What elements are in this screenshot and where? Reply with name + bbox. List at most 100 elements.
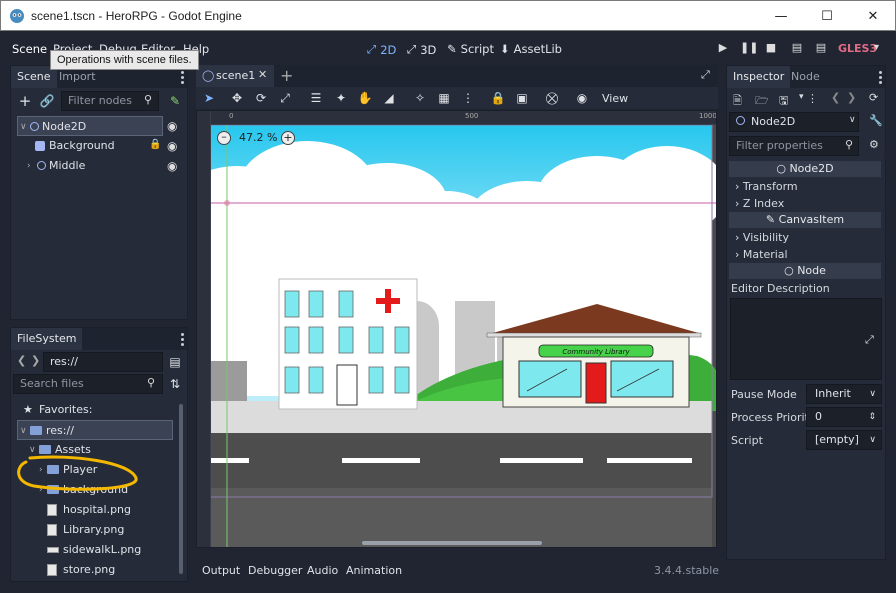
- workspace-assetlib-button[interactable]: ⬇ AssetLib: [500, 42, 562, 56]
- tab-debugger[interactable]: Debugger: [248, 564, 302, 577]
- vertical-ruler[interactable]: [197, 111, 211, 547]
- lock-icon[interactable]: 🔒: [149, 139, 161, 150]
- menu-scene[interactable]: Scene: [12, 42, 47, 56]
- pause-button[interactable]: ❚❚: [740, 41, 758, 55]
- ruler-mode-button[interactable]: ◢: [380, 89, 398, 107]
- tab-node[interactable]: Node: [785, 66, 826, 88]
- chevron-down-icon[interactable]: ▾: [799, 92, 804, 102]
- renderer-selector[interactable]: GLES3: [838, 42, 877, 55]
- filesystem-scrollbar[interactable]: [179, 404, 183, 574]
- close-window-button[interactable]: ✕: [850, 1, 896, 31]
- tab-output[interactable]: Output: [202, 564, 240, 577]
- sort-icon: ⇅: [169, 377, 181, 391]
- history-icon[interactable]: ⟳: [869, 91, 878, 104]
- zoom-level[interactable]: 47.2 %: [239, 131, 277, 144]
- grid-snap-button[interactable]: ▦: [435, 89, 453, 107]
- play-scene-button[interactable]: ▤: [790, 41, 804, 55]
- group-transform[interactable]: › Transform: [735, 180, 798, 193]
- tab-inspector[interactable]: Inspector: [727, 66, 791, 88]
- object-selector[interactable]: Node2D: [729, 112, 859, 132]
- camera-override-button[interactable]: ◉: [573, 89, 591, 107]
- pause-mode-select[interactable]: Inherit ∨: [806, 384, 882, 404]
- play-button[interactable]: ▶: [716, 41, 730, 55]
- tab-scene1[interactable]: ◯ scene1 ✕: [196, 65, 274, 87]
- section-node[interactable]: ○ Node: [729, 263, 881, 279]
- pivot-mode-button[interactable]: ✦: [332, 89, 350, 107]
- pan-mode-button[interactable]: ✋: [356, 89, 374, 107]
- close-tab-icon[interactable]: ✕: [258, 68, 267, 81]
- stop-button[interactable]: ■: [764, 41, 778, 55]
- inspector-menu-icon[interactable]: [879, 70, 883, 84]
- smart-snap-button[interactable]: ✧: [411, 89, 429, 107]
- file-sidewalkl[interactable]: sidewalkL.png: [17, 540, 173, 560]
- workspace-2d-button[interactable]: ⤢ 2D: [367, 42, 396, 57]
- group-visibility[interactable]: › Visibility: [735, 231, 789, 244]
- snap-options-button[interactable]: ⋮: [459, 89, 477, 107]
- tab-animation[interactable]: Animation: [346, 564, 402, 577]
- rotate-mode-button[interactable]: ⟳: [252, 89, 270, 107]
- object-properties-icon[interactable]: 🔧: [869, 114, 883, 127]
- chevron-down-icon: ▾: [874, 42, 880, 53]
- new-resource-icon[interactable]: 🗎: [733, 92, 742, 111]
- list-mode-button[interactable]: ☰: [307, 89, 325, 107]
- visibility-eye-icon[interactable]: ◉: [167, 159, 177, 173]
- back-arrow-icon[interactable]: ❮: [17, 354, 26, 367]
- script-resource-field[interactable]: [empty] ∨: [806, 430, 882, 450]
- instance-scene-button[interactable]: 🔗: [39, 93, 55, 109]
- path-input[interactable]: res://: [43, 352, 163, 372]
- kebab-icon[interactable]: ⋮: [807, 92, 818, 105]
- forward-arrow-icon[interactable]: ❯: [31, 354, 40, 367]
- tree-node-background[interactable]: Background: [17, 136, 163, 156]
- file-library[interactable]: Library.png: [17, 520, 173, 540]
- view-menu[interactable]: View: [602, 92, 628, 105]
- history-back-icon[interactable]: ❮: [831, 91, 840, 104]
- zoom-in-button[interactable]: +: [281, 131, 295, 145]
- property-options-icon[interactable]: ⚙: [869, 138, 879, 151]
- scale-mode-button[interactable]: ⤢: [276, 89, 294, 107]
- section-canvasitem[interactable]: ✎ CanvasItem: [729, 212, 881, 228]
- visibility-eye-icon[interactable]: ◉: [167, 119, 177, 133]
- tree-node-node2d[interactable]: ∨ Node2D: [17, 116, 163, 136]
- save-icon[interactable]: 🖫: [779, 92, 788, 111]
- workspace-script-button[interactable]: ✎ Script: [447, 42, 494, 56]
- group-selected-button[interactable]: ▣: [513, 89, 531, 107]
- filter-properties-input[interactable]: Filter properties: [729, 136, 859, 156]
- minimize-button[interactable]: —: [758, 1, 804, 31]
- select-mode-button[interactable]: ➤: [200, 89, 218, 107]
- move-mode-button[interactable]: ✥: [228, 89, 246, 107]
- inspector-scrollbar[interactable]: [884, 150, 888, 160]
- script-attach-button[interactable]: ✎: [167, 93, 183, 109]
- tab-filesystem[interactable]: FileSystem: [11, 328, 83, 350]
- tab-audio[interactable]: Audio: [307, 564, 338, 577]
- new-tab-icon[interactable]: +: [280, 66, 293, 85]
- canvas-h-scrollbar[interactable]: [362, 541, 542, 545]
- workspace-3d-button[interactable]: ⤢ 3D: [407, 42, 436, 57]
- file-root[interactable]: ∨ res://: [17, 420, 173, 440]
- history-forward-icon[interactable]: ❯: [847, 91, 856, 104]
- filesystem-menu-icon[interactable]: [181, 332, 185, 346]
- canvas-viewport[interactable]: Community Library 0 500 1000 – 47.2 % +: [196, 110, 717, 548]
- file-store[interactable]: store.png: [17, 560, 173, 580]
- play-custom-scene-button[interactable]: ▤: [814, 41, 828, 55]
- add-node-button[interactable]: +: [17, 93, 33, 109]
- sort-files-button[interactable]: ⇅: [167, 376, 183, 392]
- group-material[interactable]: › Material: [735, 248, 788, 261]
- skeleton-button[interactable]: ⛒: [543, 89, 561, 107]
- search-files-input[interactable]: Search files: [13, 374, 163, 394]
- tree-node-middle[interactable]: › Middle: [17, 156, 163, 176]
- group-zindex[interactable]: › Z Index: [735, 197, 784, 210]
- expand-icon[interactable]: ⤢: [865, 333, 874, 347]
- file-hospital[interactable]: hospital.png: [17, 500, 173, 520]
- visibility-eye-icon[interactable]: ◉: [167, 139, 177, 153]
- horizontal-ruler[interactable]: 0 500 1000: [197, 111, 716, 125]
- distraction-free-icon[interactable]: ⤢: [701, 68, 710, 82]
- process-priority-spinbox[interactable]: 0 ⇕: [806, 407, 882, 427]
- zoom-out-button[interactable]: –: [217, 131, 231, 145]
- editor-description-field[interactable]: ⤢: [730, 298, 882, 380]
- section-node2d[interactable]: ○ Node2D: [729, 161, 881, 177]
- open-folder-icon[interactable]: 🗁: [755, 92, 769, 111]
- scene-dock-menu-icon[interactable]: [181, 70, 185, 84]
- lock-selected-button[interactable]: 🔒: [489, 89, 507, 107]
- split-view-button[interactable]: ▤: [167, 354, 183, 370]
- maximize-button[interactable]: ☐: [804, 1, 850, 31]
